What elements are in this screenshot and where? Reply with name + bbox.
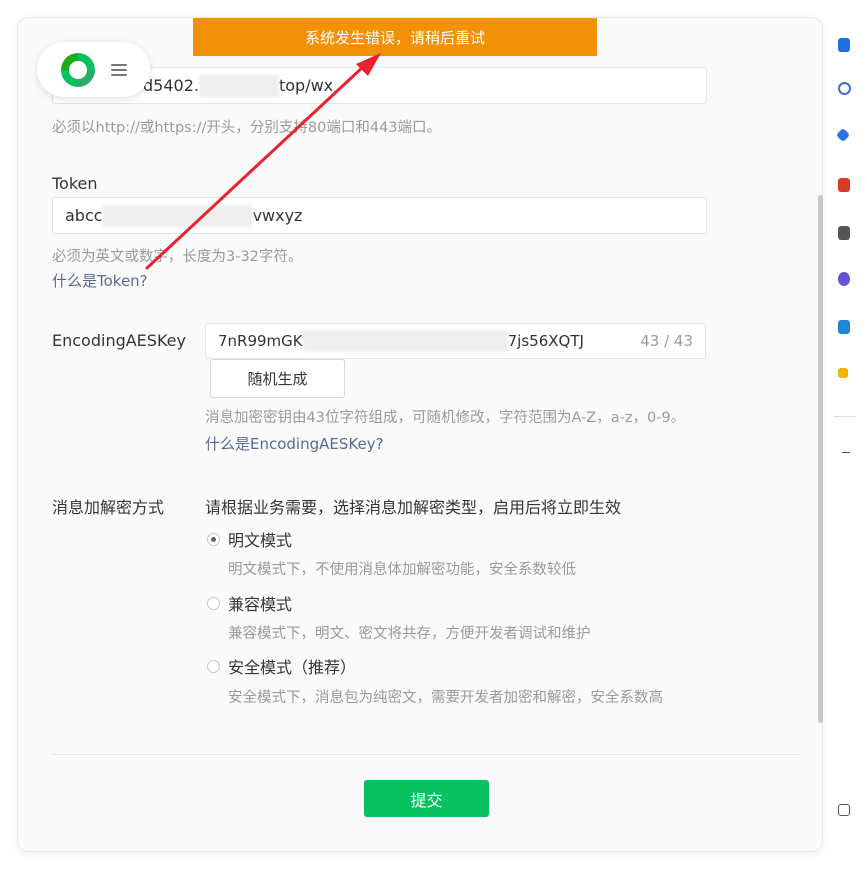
radio-unselected-icon[interactable]	[207, 596, 220, 610]
sidebar-app-icon[interactable]	[838, 178, 850, 192]
token-help-link[interactable]: 什么是Token?	[52, 270, 148, 291]
sidebar-divider	[834, 416, 856, 417]
radio-label: 兼容模式	[228, 595, 293, 614]
sidebar-settings-icon[interactable]	[838, 804, 850, 816]
sidebar-app-icon[interactable]	[838, 226, 850, 240]
hamburger-menu-icon[interactable]	[111, 61, 127, 79]
radio-desc: 安全模式下，消息包为纯密文，需要开发者加密和解密，安全系数高	[228, 690, 663, 706]
radio-selected-icon[interactable]	[207, 532, 220, 546]
app-logo-pill[interactable]	[37, 42, 150, 97]
scrollbar-thumb[interactable]	[818, 195, 823, 723]
sidebar-app-icon[interactable]	[838, 368, 848, 378]
token-value-suffix: vwxyz	[252, 206, 303, 225]
url-hint: 必须以http://或https://开头，分别支持80端口和443端口。	[52, 120, 442, 136]
radio-plaintext-mode[interactable]: 明文模式	[207, 527, 292, 551]
radio-unselected-icon[interactable]	[207, 659, 220, 673]
sidebar-app-icon[interactable]	[838, 320, 850, 334]
radio-label: 明文模式	[228, 531, 293, 550]
url-redaction	[198, 74, 279, 97]
radio-desc: 明文模式下，不使用消息体加解密功能，安全系数较低	[228, 562, 576, 578]
submit-button[interactable]: 提交	[364, 780, 489, 817]
aes-input[interactable]: 7nR99mGK 7js56XQTJ 43 / 43	[205, 323, 706, 359]
aes-value-suffix: 7js56XQTJ	[507, 332, 584, 350]
radio-desc: 兼容模式下，明文、密文将共存，方便开发者调试和维护	[228, 626, 591, 642]
sidebar-search-icon[interactable]	[838, 82, 851, 95]
wechat-logo-icon	[61, 52, 95, 87]
aes-value-prefix: 7nR99mGK	[218, 332, 303, 350]
token-input[interactable]: abcc vwxyz	[52, 197, 707, 234]
sidebar-app-icon[interactable]	[838, 272, 850, 286]
token-hint: 必须为英文或数字，长度为3-32字符。	[52, 249, 303, 265]
encryption-label: 消息加解密方式	[52, 498, 165, 517]
token-label: Token	[52, 174, 98, 193]
config-window	[18, 18, 822, 851]
radio-label: 安全模式（推荐）	[228, 658, 357, 677]
url-value-prefix: d5402.	[143, 76, 199, 95]
url-value-suffix: top/wx	[278, 76, 334, 95]
error-toast: 系统发生错误，请稍后重试	[193, 18, 597, 56]
aes-label: EncodingAESKey	[52, 331, 186, 350]
sidebar-divider	[842, 452, 850, 453]
random-generate-button[interactable]: 随机生成	[210, 359, 345, 398]
encryption-intro: 请根据业务需要，选择消息加解密类型，启用后将立即生效	[205, 498, 622, 517]
browser-sidebar	[828, 18, 867, 851]
footer-divider	[52, 754, 801, 755]
sidebar-app-icon[interactable]	[838, 38, 850, 52]
aes-help-link[interactable]: 什么是EncodingAESKey?	[205, 433, 384, 454]
aes-char-counter: 43 / 43	[640, 332, 693, 350]
radio-compatible-mode[interactable]: 兼容模式	[207, 591, 292, 615]
aes-hint: 消息加密密钥由43位字符组成，可随机修改，字符范围为A-Z，a-z，0-9。	[205, 410, 686, 426]
url-input[interactable]: d5402. top/wx	[52, 67, 707, 104]
radio-secure-mode[interactable]: 安全模式（推荐）	[207, 654, 356, 678]
aes-redaction	[302, 330, 508, 352]
token-redaction	[102, 204, 253, 227]
token-value-prefix: abcc	[65, 206, 103, 225]
